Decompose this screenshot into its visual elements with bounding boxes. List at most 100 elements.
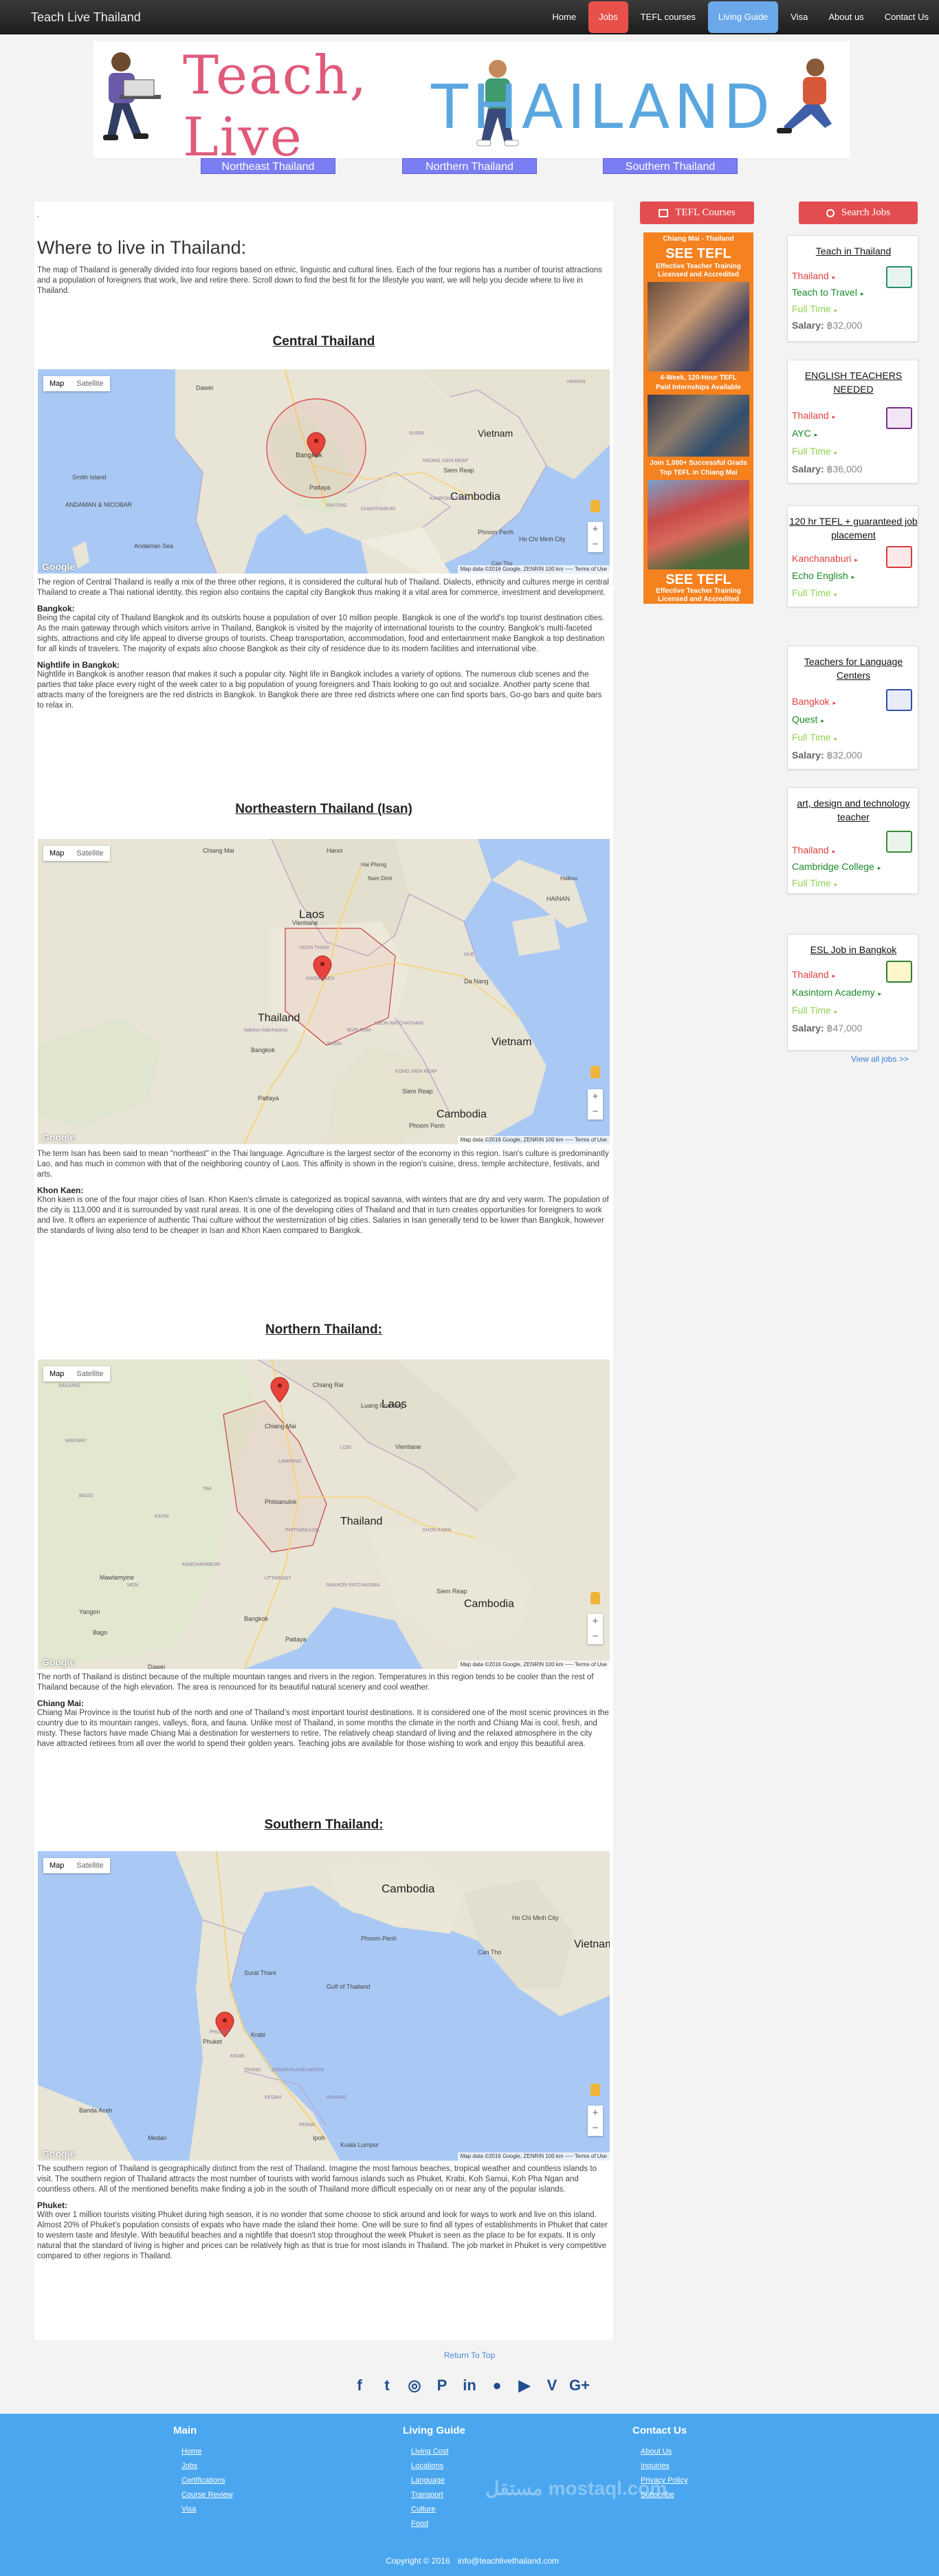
contact-email-link[interactable]: info@teachlivethailand.com [458, 2556, 559, 2566]
map-type-satellite[interactable]: Satellite [70, 1858, 109, 1873]
map-type-satellite[interactable]: Satellite [70, 376, 109, 391]
job-title[interactable]: Teach in Thailand [788, 244, 919, 258]
isan-map[interactable]: Laos Thailand Vietnam Cambodia Bangkok Vienti… [38, 839, 610, 1144]
job-card[interactable]: art, design and technology teacher Thail… [787, 787, 918, 894]
nav-living-guide[interactable]: Living Guide [708, 1, 779, 33]
job-title[interactable]: Teachers for Language Centers [788, 655, 919, 682]
footer-link-culture[interactable]: Culture [411, 2502, 465, 2517]
twitter-icon[interactable]: t [377, 2375, 397, 2396]
banner-title-part2: THAILAND [431, 71, 774, 142]
nav-tefl-courses[interactable]: TEFL courses [630, 0, 706, 34]
map-type-map[interactable]: Map [43, 376, 70, 391]
job-title[interactable]: 120 hr TEFL + guaranteed job placement [788, 514, 919, 542]
zoom-control: + − [588, 2106, 603, 2136]
nav-home[interactable]: Home [542, 0, 586, 34]
zoom-in-button[interactable]: + [588, 1614, 603, 1629]
map-place-label: Cambodia [437, 1109, 487, 1120]
footer-link-living-cost[interactable]: Living Cost [411, 2445, 465, 2459]
company-logo [886, 266, 912, 288]
isan-intro: The term Isan has been said to mean "nor… [37, 1150, 609, 1179]
person-laptop-illustration [103, 52, 161, 140]
map-attribution[interactable]: Map data ©2016 Google, ZENRIN 100 km ⎯⎯⎯… [457, 565, 610, 574]
map-place-label: KEDAH [265, 2095, 281, 2100]
youtube-icon[interactable]: ▶ [514, 2375, 535, 2396]
google-plus-icon[interactable]: G+ [569, 2375, 590, 2396]
footer-link-inquiries[interactable]: Inquiries [641, 2459, 687, 2474]
company-logo [886, 546, 912, 568]
zoom-in-button[interactable]: + [588, 1089, 603, 1104]
nav-about-us[interactable]: About us [818, 0, 874, 34]
job-card[interactable]: ESL Job in Bangkok Thailand ▸ Kasintorn A… [787, 934, 918, 1051]
southern-text: The southern region of Thailand is geogr… [37, 2164, 610, 2262]
footer-link-food[interactable]: Food [411, 2517, 465, 2531]
footer-link-locations[interactable]: Locations [411, 2459, 465, 2474]
job-title[interactable]: ESL Job in Bangkok [788, 943, 919, 957]
pegman-icon[interactable] [590, 2084, 600, 2096]
vimeo-icon[interactable]: V [542, 2375, 562, 2396]
footer-link-home[interactable]: Home [181, 2445, 233, 2459]
nav-contact-us[interactable]: Contact Us [874, 0, 939, 34]
map-place-label: HAINAN [567, 380, 585, 384]
footer-link-certifications[interactable]: Certifications [181, 2474, 233, 2488]
map-place-label: SAGAING [58, 1384, 80, 1388]
map-attribution[interactable]: Map data ©2016 Google, ZENRIN 100 km ⎯⎯⎯… [457, 2152, 610, 2161]
map-type-map[interactable]: Map [43, 846, 70, 861]
job-card[interactable]: Teach in Thailand Thailand ▸ Teach to Tra… [787, 235, 918, 342]
pegman-icon[interactable] [590, 500, 600, 512]
job-title[interactable]: ENGLISH TEACHERS NEEDED [788, 369, 919, 396]
job-card[interactable]: Teachers for Language Centers Bangkok ▸ Q… [787, 646, 918, 769]
footer-link-visa[interactable]: Visa [181, 2502, 233, 2517]
map-type-satellite[interactable]: Satellite [70, 1366, 109, 1382]
job-card[interactable]: 120 hr TEFL + guaranteed job placement K… [787, 505, 918, 607]
northern-map[interactable]: NaypyitawLaosThailandCambodiaBangkokPatt… [38, 1360, 610, 1669]
map-type-map[interactable]: Map [43, 1858, 70, 1873]
map-place-label: Phuket [203, 2038, 223, 2045]
map-attribution[interactable]: Map data ©2016 Google, ZENRIN 100 km ⎯⎯⎯… [457, 1661, 610, 1669]
map-type-satellite[interactable]: Satellite [70, 846, 109, 861]
view-all-jobs-link[interactable]: View all jobs >> [851, 1054, 909, 1064]
southern-map[interactable]: Cambodia Vietnam Phnom Penh Ho Chi Minh Cit… [38, 1851, 610, 2161]
ad-line-brand: SEE TEFL [665, 246, 731, 261]
map-type-control: Map Satellite [43, 846, 110, 861]
job-card[interactable]: ENGLISH TEACHERS NEEDED Thailand ▸ AYC ▸ F… [787, 360, 918, 483]
see-tefl-advert[interactable]: Chiang Mai - Thailand SEE TEFL Effective… [643, 232, 753, 604]
region-tab-northern[interactable]: Northern Thailand [402, 158, 537, 174]
nav-visa[interactable]: Visa [780, 0, 818, 34]
search-jobs-button[interactable]: Search Jobs [799, 201, 918, 224]
instagram-icon[interactable]: ◎ [404, 2375, 425, 2396]
map-type-map[interactable]: Map [43, 1366, 70, 1382]
zoom-out-button[interactable]: − [588, 537, 603, 552]
zoom-out-button[interactable]: − [588, 1104, 603, 1120]
footer-link-language[interactable]: Language [411, 2474, 465, 2488]
zoom-in-button[interactable]: + [588, 522, 603, 537]
facebook-icon[interactable]: f [349, 2375, 370, 2396]
tefl-courses-button[interactable]: TEFL Courses [640, 201, 754, 224]
linkedin-icon[interactable]: in [459, 2375, 480, 2396]
job-salary: Salary: ฿47,000 [792, 1023, 863, 1034]
search-jobs-label: Search Jobs [841, 207, 891, 218]
nav-jobs[interactable]: Jobs [588, 1, 628, 33]
footer-link-transport[interactable]: Transport [411, 2488, 465, 2502]
footer-link-jobs[interactable]: Jobs [181, 2459, 233, 2474]
central-intro: The region of Central Thailand is really… [37, 578, 609, 597]
zoom-out-button[interactable]: − [588, 2121, 603, 2136]
map-attribution[interactable]: Map data ©2016 Google, ZENRIN 100 km ⎯⎯⎯… [457, 1136, 610, 1144]
central-map[interactable]: Vietnam Bangkok Pattaya Cambodia Siem Reap Ph… [38, 369, 610, 574]
map-place-label: UTTARADIT [265, 1576, 291, 1581]
pegman-icon[interactable] [590, 1066, 600, 1078]
footer-link-about-us[interactable]: About Us [641, 2445, 687, 2459]
region-tab-southern[interactable]: Southern Thailand [603, 158, 738, 174]
footer-link-course-review[interactable]: Course Review [181, 2488, 233, 2502]
job-title[interactable]: art, design and technology teacher [788, 796, 919, 824]
map-place-label: Dawei [148, 1663, 165, 1669]
github-icon[interactable]: ● [487, 2375, 507, 2396]
pegman-icon[interactable] [590, 1592, 600, 1604]
region-tab-northeast[interactable]: Northeast Thailand [201, 158, 335, 174]
region-tabs: Northeast Thailand Northern Thailand Sou… [0, 158, 939, 175]
brand-link[interactable]: Teach Live Thailand [31, 0, 141, 34]
map-place-label: Phnom Penh [409, 1122, 445, 1129]
zoom-in-button[interactable]: + [588, 2106, 603, 2121]
zoom-out-button[interactable]: − [588, 1629, 603, 1644]
pinterest-icon[interactable]: P [432, 2375, 452, 2396]
return-to-top-link[interactable]: Return To Top [0, 2350, 939, 2360]
